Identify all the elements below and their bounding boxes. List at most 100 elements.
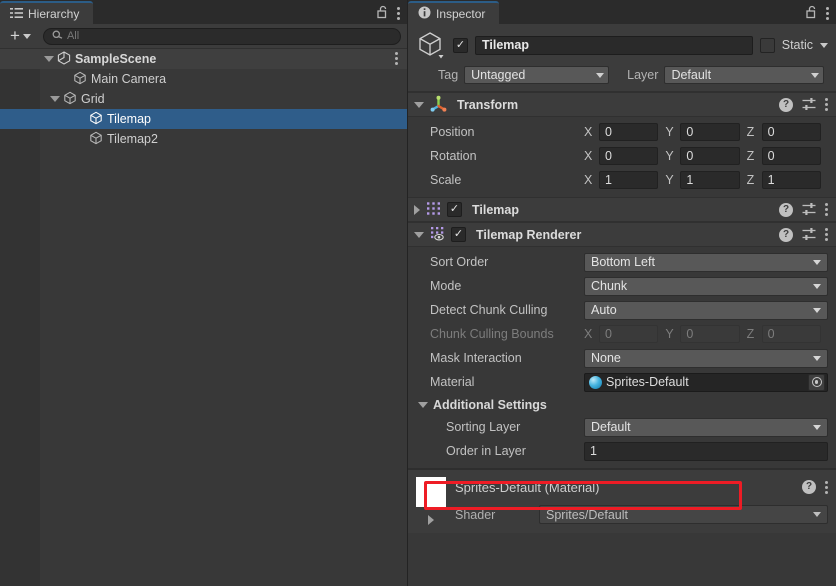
help-circle-icon[interactable]: ? — [779, 97, 793, 112]
inspector-kebab-menu-icon[interactable] — [826, 6, 829, 20]
hierarchy-kebab-menu-icon[interactable] — [397, 6, 400, 20]
hierarchy-panel: Hierarchy + All SampleScene Main Camera … — [0, 0, 408, 586]
axis-label-x: X — [584, 125, 593, 139]
property-label: Sorting Layer — [446, 420, 521, 434]
property-label: Scale — [430, 173, 462, 187]
hierarchy-row-tilemap[interactable]: Tilemap — [0, 109, 407, 129]
chevron-down-icon — [813, 355, 821, 361]
rotation-x-input[interactable]: 0 — [599, 147, 659, 165]
tab-inspector[interactable]: Inspector — [408, 1, 500, 24]
gameobject-header-row: ✓ Tilemap Static — [416, 30, 828, 60]
chevron-down-icon — [813, 283, 821, 289]
inspector-tabbar: Inspector — [408, 0, 836, 24]
chevron-down-icon — [813, 512, 821, 517]
chevron-right-icon[interactable] — [428, 515, 434, 525]
hierarchy-row-samplescene[interactable]: SampleScene — [0, 49, 407, 69]
foldout-open-icon[interactable] — [418, 401, 428, 408]
property-label: Position — [430, 125, 475, 139]
shader-value: Sprites/Default — [546, 507, 628, 522]
preset-sliders-icon[interactable] — [802, 227, 816, 243]
help-circle-icon[interactable]: ? — [779, 202, 793, 217]
shader-label: Shader — [455, 507, 496, 522]
mode-dropdown[interactable]: Chunk — [584, 276, 828, 296]
inspector-tab-tools — [806, 5, 836, 24]
mask-interaction-dropdown[interactable]: None — [584, 348, 828, 368]
material-kebab-menu-icon[interactable] — [825, 480, 828, 494]
padlock-open-icon[interactable] — [377, 5, 389, 21]
tag-dropdown[interactable]: Untagged — [464, 66, 610, 84]
tab-hierarchy-label: Hierarchy — [28, 6, 80, 21]
component-title: Tilemap — [472, 202, 520, 217]
tilemap-renderer-enabled-checkbox[interactable]: ✓ — [451, 227, 466, 242]
help-circle-icon[interactable]: ? — [802, 480, 816, 494]
sorting-layer-dropdown[interactable]: Default — [584, 417, 828, 437]
static-checkbox[interactable] — [759, 37, 775, 53]
property-row-sorting-layer: Sorting Layer Default — [416, 415, 828, 439]
order-in-layer-input[interactable]: 1 — [584, 441, 828, 461]
component-tools-transform: ? — [779, 97, 828, 113]
padlock-open-icon[interactable] — [806, 5, 818, 21]
foldout-open-icon[interactable] — [414, 231, 424, 238]
position-z-input[interactable]: 0 — [761, 123, 821, 141]
component-header-transform[interactable]: Transform ? — [408, 92, 836, 117]
layer-dropdown[interactable]: Default — [664, 66, 825, 84]
gameobject-cube-icon — [73, 71, 87, 88]
component-kebab-menu-icon[interactable] — [825, 203, 828, 216]
layer-label: Layer — [627, 68, 659, 82]
object-picker-icon[interactable] — [808, 373, 825, 391]
material-preview-left — [416, 477, 446, 533]
rotation-z-input[interactable]: 0 — [761, 147, 821, 165]
help-circle-icon[interactable]: ? — [779, 227, 793, 242]
position-x-input[interactable]: 0 — [599, 123, 659, 141]
component-header-tilemap-renderer[interactable]: ✓ Tilemap Renderer ? — [408, 222, 836, 247]
gameobject-name-input[interactable]: Tilemap — [475, 35, 753, 55]
scene-row-kebab-menu-icon[interactable] — [395, 52, 398, 65]
component-header-tilemap[interactable]: ✓ Tilemap ? — [408, 197, 836, 222]
unity-editor-window: Hierarchy + All SampleScene Main Camera … — [0, 0, 836, 586]
hierarchy-row-grid[interactable]: Grid — [0, 89, 407, 109]
static-chevron-down-icon[interactable] — [820, 42, 828, 48]
hierarchy-row-main-camera[interactable]: Main Camera — [0, 69, 407, 89]
property-row-sort-order: Sort Order Bottom Left — [416, 250, 828, 274]
property-label: Mode — [430, 279, 462, 293]
create-object-button[interactable]: + — [6, 27, 35, 45]
tilemap-enabled-checkbox[interactable]: ✓ — [447, 202, 462, 217]
scale-z-input[interactable]: 1 — [761, 171, 821, 189]
material-title-row: Sprites-Default (Material) ? — [455, 477, 828, 497]
rotation-y-input[interactable]: 0 — [680, 147, 740, 165]
hierarchy-search-input[interactable]: All — [42, 27, 401, 45]
hierarchy-row-tilemap2[interactable]: Tilemap2 — [0, 129, 407, 149]
hierarchy-tab-tools — [377, 5, 407, 24]
hierarchy-row-label: Tilemap2 — [107, 132, 158, 146]
preset-sliders-icon[interactable] — [802, 202, 816, 218]
material-tools: ? — [802, 480, 828, 494]
hierarchy-row-label: SampleScene — [75, 52, 157, 66]
position-y-input[interactable]: 0 — [680, 123, 740, 141]
inspector-content: ✓ Tilemap Static Tag Untagged Layer Defa… — [408, 24, 836, 586]
chevron-down-icon — [22, 33, 31, 39]
foldout-open-icon[interactable] — [414, 101, 424, 108]
hierarchy-row-label: Main Camera — [91, 72, 167, 86]
property-label: Mask Interaction — [430, 351, 522, 365]
scale-x-input[interactable]: 1 — [599, 171, 659, 189]
shader-row: Shader Sprites/Default — [455, 505, 828, 524]
tab-hierarchy[interactable]: Hierarchy — [0, 1, 94, 24]
scale-y-input[interactable]: 1 — [680, 171, 740, 189]
chevron-down-icon — [813, 307, 821, 313]
property-label: Chunk Culling Bounds — [430, 327, 554, 341]
detect-chunk-culling-dropdown[interactable]: Auto — [584, 300, 828, 320]
vector3-field: X1 Y1 Z1 — [584, 171, 828, 189]
shader-dropdown[interactable]: Sprites/Default — [539, 505, 828, 524]
sort-order-dropdown[interactable]: Bottom Left — [584, 252, 828, 272]
hierarchy-tree[interactable]: SampleScene Main Camera Grid Tilemap Til… — [0, 49, 407, 586]
foldout-open-icon[interactable] — [44, 56, 54, 62]
foldout-closed-icon[interactable] — [414, 204, 420, 215]
gameobject-enabled-checkbox[interactable]: ✓ — [453, 37, 468, 53]
axis-label-z: Z — [746, 173, 755, 187]
foldout-open-icon[interactable] — [50, 96, 60, 102]
component-kebab-menu-icon[interactable] — [825, 228, 828, 241]
component-kebab-menu-icon[interactable] — [825, 98, 828, 111]
preset-sliders-icon[interactable] — [802, 97, 816, 113]
material-object-field[interactable]: Sprites-Default — [584, 372, 828, 392]
additional-settings-section-header[interactable]: Additional Settings — [416, 394, 828, 415]
